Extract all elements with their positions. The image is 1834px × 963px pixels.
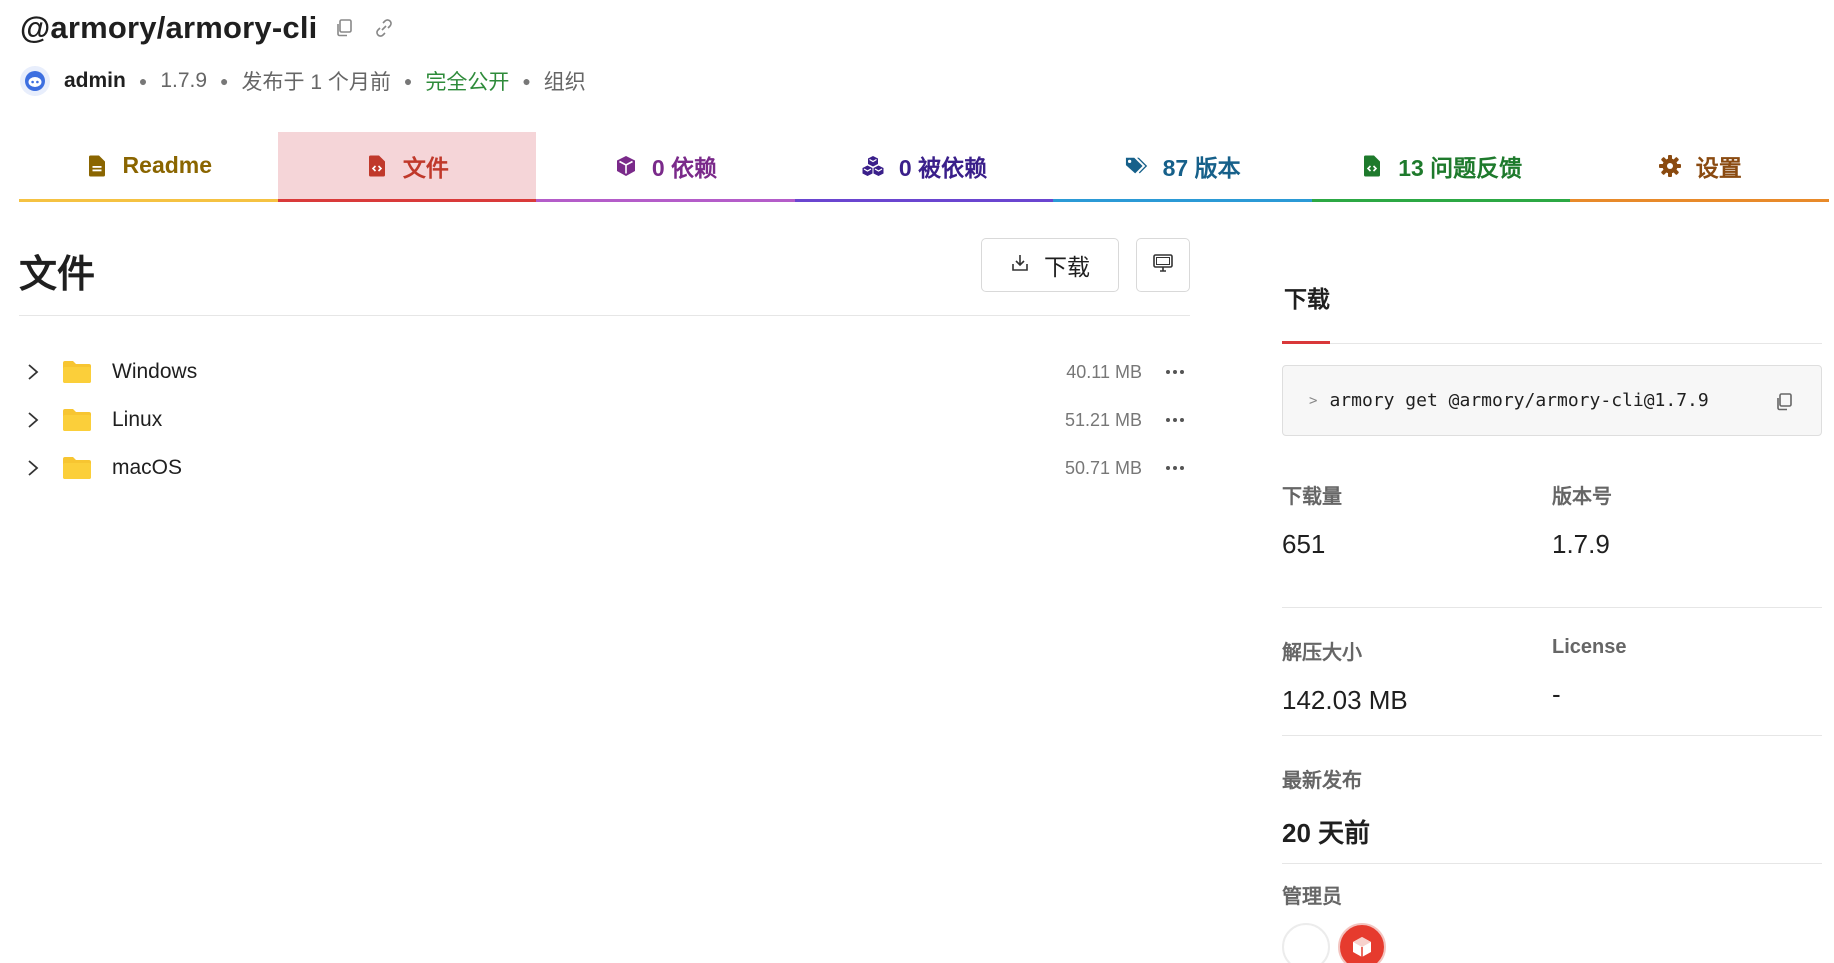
stat-row: 解压大小 142.03 MB License - <box>1282 608 1822 736</box>
visibility-text: 完全公开 <box>425 71 510 94</box>
cube-icon <box>614 154 638 178</box>
stat-value: 20 天前 <box>1282 818 1371 848</box>
tab-label: 文件 <box>402 154 449 181</box>
file-size: 40.11 MB <box>1066 361 1142 382</box>
package-name: @armory/armory-cli <box>20 10 318 45</box>
separator-dot: ● <box>220 73 229 89</box>
managers-section: 管理员 <box>1282 880 1386 963</box>
chevron-right-icon[interactable] <box>21 408 45 432</box>
file-row-macos[interactable]: macOS 50.71 MB <box>19 444 1190 492</box>
stat-row: 下载量 651 版本号 1.7.9 <box>1282 480 1822 608</box>
download-icon <box>1010 252 1030 279</box>
tab-label: Readme <box>122 152 213 178</box>
file-name: macOS <box>112 456 183 479</box>
folder-icon <box>62 408 92 432</box>
tab-files[interactable]: 文件 <box>277 132 537 202</box>
desktop-view-button[interactable] <box>1136 238 1190 292</box>
copy-icon[interactable] <box>331 15 357 41</box>
cubes-icon <box>861 154 885 178</box>
file-name: Windows <box>112 360 198 383</box>
scope-text: 组织 <box>543 71 586 94</box>
stat-license: License - <box>1552 636 1626 710</box>
chevron-right-icon[interactable] <box>21 360 45 384</box>
stat-label: 下载量 <box>1282 486 1342 508</box>
file-list: Windows 40.11 MB Linux 51.21 MB macOS 50… <box>19 348 1190 492</box>
package-tabs: Readme 文件 0 依赖 0 被依赖 87 版本 13 问题反馈 设置 <box>19 132 1830 202</box>
manager-avatar[interactable] <box>1338 923 1386 963</box>
more-icon[interactable] <box>1160 360 1190 384</box>
separator-dot: ● <box>403 73 413 89</box>
tab-label: 0 依赖 <box>651 154 718 181</box>
tab-label: 0 被依赖 <box>898 154 988 181</box>
install-command-box: > armory get @armory/armory-cli@1.7.9 <box>1282 365 1822 436</box>
file-code-green-icon <box>1360 154 1384 178</box>
folder-icon <box>62 360 92 384</box>
managers-avatars <box>1282 923 1386 963</box>
stat-row: 最新发布 20 天前 <box>1282 736 1822 864</box>
file-name: Linux <box>112 408 163 431</box>
install-command[interactable]: armory get @armory/armory-cli@1.7.9 <box>1329 390 1708 411</box>
stat-value: 142.03 MB <box>1282 685 1408 715</box>
stat-downloads: 下载量 651 <box>1282 480 1342 560</box>
link-icon[interactable] <box>371 15 397 41</box>
stat-latest-release: 最新发布 20 天前 <box>1282 764 1370 850</box>
tab-label: 设置 <box>1695 154 1742 181</box>
published-text: 发布于 1 个月前 <box>241 71 391 94</box>
chevron-right-icon[interactable] <box>21 456 45 480</box>
tab-dependencies[interactable]: 0 依赖 <box>536 132 795 202</box>
package-header: @armory/armory-cli <box>20 10 397 46</box>
file-row-linux[interactable]: Linux 51.21 MB <box>19 396 1190 444</box>
manager-avatar[interactable] <box>1282 923 1330 963</box>
file-size: 50.71 MB <box>1064 457 1142 478</box>
file-code-icon <box>365 154 389 178</box>
stat-label: 解压大小 <box>1282 642 1362 664</box>
version-text: 1.7.9 <box>160 69 208 92</box>
file-size: 51.21 MB <box>1064 409 1142 430</box>
file-row-windows[interactable]: Windows 40.11 MB <box>19 348 1190 396</box>
stat-value: 651 <box>1282 529 1326 559</box>
tab-label: 13 问题反馈 <box>1398 154 1523 181</box>
stat-value: 1.7.9 <box>1552 529 1610 559</box>
more-icon[interactable] <box>1160 456 1190 480</box>
stat-label: 最新发布 <box>1282 770 1362 792</box>
tags-icon <box>1125 154 1149 178</box>
separator-dot: ● <box>138 73 148 89</box>
author-link[interactable]: admin <box>64 69 126 93</box>
tab-issues[interactable]: 13 问题反馈 <box>1311 132 1571 202</box>
tab-dependents[interactable]: 0 被依赖 <box>794 132 1054 202</box>
active-tab-indicator <box>1282 341 1330 344</box>
monitor-icon <box>1152 253 1174 278</box>
sidebar-tab-download[interactable]: 下载 <box>1284 280 1822 314</box>
divider <box>19 315 1190 316</box>
download-button-label: 下载 <box>1044 254 1090 280</box>
tab-readme[interactable]: Readme <box>19 132 278 202</box>
folder-icon <box>62 456 92 480</box>
package-stats: 下载量 651 版本号 1.7.9 解压大小 142.03 MB License… <box>1282 480 1822 864</box>
prompt-icon: > <box>1309 392 1318 409</box>
gear-icon <box>1658 154 1682 178</box>
stat-label: License <box>1552 636 1627 658</box>
tab-settings[interactable]: 设置 <box>1570 132 1830 202</box>
sidebar: 下载 > armory get @armory/armory-cli@1.7.9… <box>1282 280 1822 963</box>
package-page: @armory/armory-cli admin ● 1.7.9 ● 发布于 1… <box>0 0 1834 963</box>
divider <box>1282 343 1822 344</box>
package-meta: admin ● 1.7.9 ● 发布于 1 个月前 ● 完全公开 ● 组织 <box>20 66 586 96</box>
tab-label: 87 版本 <box>1162 154 1241 181</box>
user-avatar[interactable] <box>20 66 50 96</box>
separator-dot: ● <box>522 73 531 89</box>
stat-value: - <box>1552 679 1561 709</box>
copy-icon[interactable] <box>1771 389 1797 415</box>
download-button[interactable]: 下载 <box>981 238 1119 292</box>
file-text-icon <box>85 154 109 178</box>
stat-version: 版本号 1.7.9 <box>1552 480 1612 560</box>
stat-unpacked-size: 解压大小 142.03 MB <box>1282 636 1408 716</box>
tab-versions[interactable]: 87 版本 <box>1053 132 1312 202</box>
managers-label: 管理员 <box>1282 886 1342 908</box>
more-icon[interactable] <box>1160 408 1190 432</box>
files-title: 文件 <box>19 254 96 296</box>
stat-label: 版本号 <box>1552 486 1612 508</box>
